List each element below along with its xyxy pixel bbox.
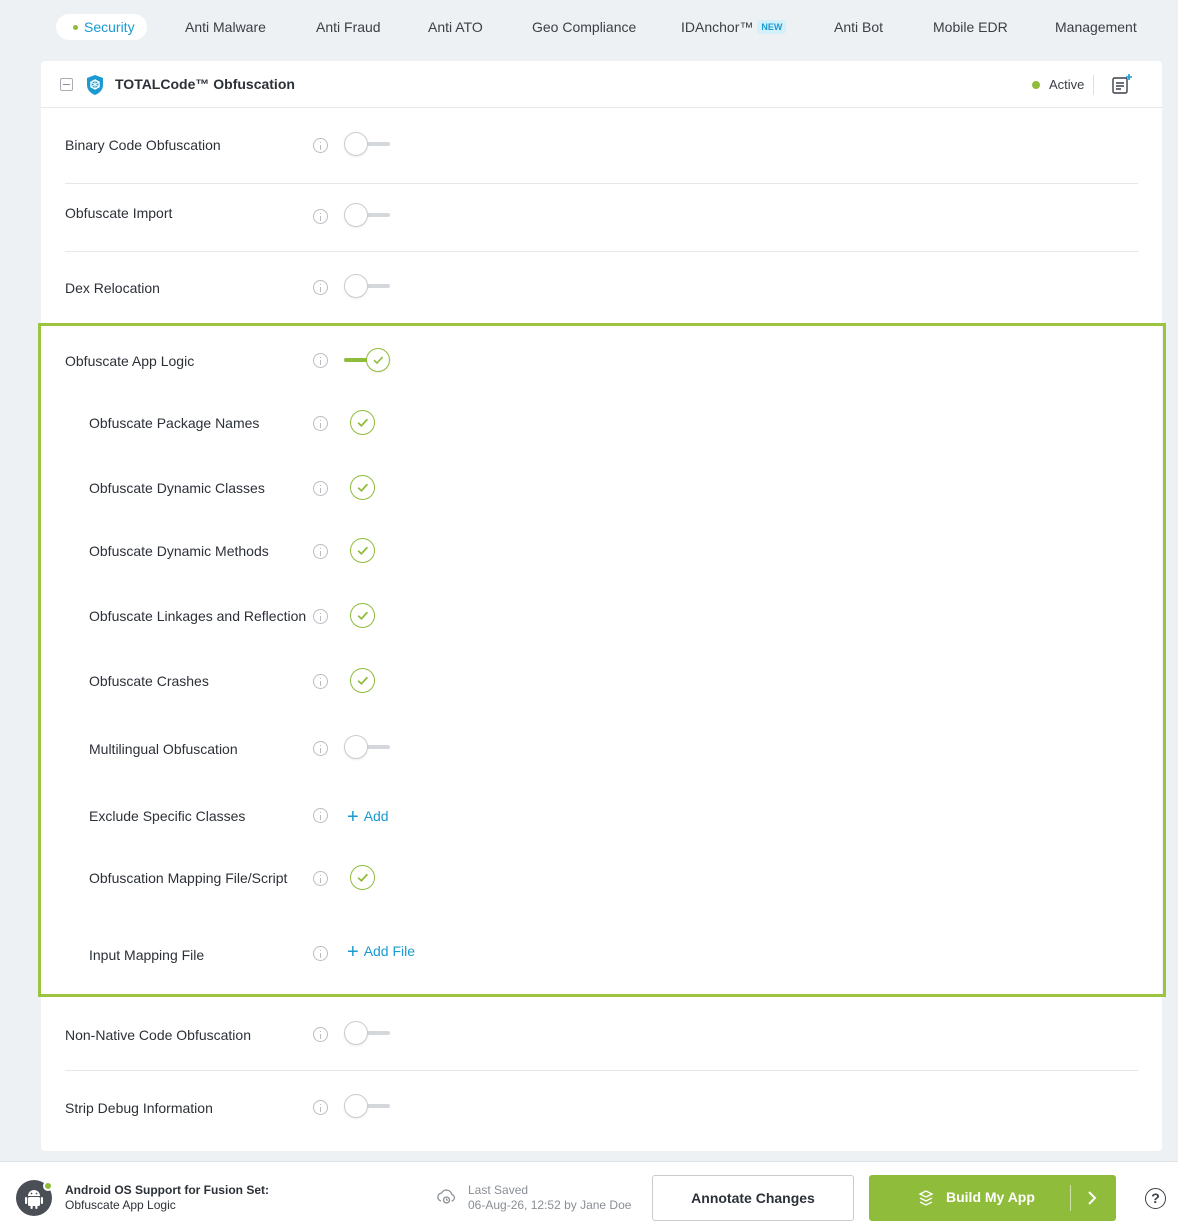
obfuscation-mapping-check[interactable] [350,865,375,890]
info-icon[interactable] [313,416,328,431]
sub-setting-label: Input Mapping File [89,947,205,963]
new-badge: NEW [757,20,787,34]
sub-setting-label: Obfuscate Dynamic Methods [89,543,269,559]
obfuscate-dynamic-classes-check[interactable] [350,475,375,500]
check-icon [373,356,384,365]
add-file-label: Add File [363,943,416,959]
info-icon[interactable] [313,1027,328,1042]
annotate-changes-button[interactable]: Annotate Changes [652,1175,854,1221]
obfuscate-dynamic-methods-check[interactable] [350,538,375,563]
shield-icon [87,75,103,95]
divider [65,251,1138,252]
setting-label: Dex Relocation [65,280,160,296]
check-icon [357,483,369,492]
obfuscate-package-names-check[interactable] [350,410,375,435]
info-icon[interactable] [313,808,328,823]
status-text: Active [1049,77,1085,92]
obfuscate-import-toggle[interactable] [344,203,390,227]
setting-label: Obfuscate Import [65,205,173,221]
info-icon[interactable] [313,1100,328,1115]
sub-setting-label: Exclude Specific Classes [89,808,246,824]
info-icon[interactable] [313,609,328,624]
header-separator [1093,75,1094,95]
obfuscate-crashes-check[interactable] [350,668,375,693]
sub-setting-label: Obfuscate Package Names [89,415,260,431]
plus-icon: + [347,941,359,963]
help-icon[interactable]: ? [1145,1188,1166,1209]
check-icon [357,676,369,685]
obfuscate-linkages-check[interactable] [350,603,375,628]
divider [65,183,1138,184]
tab-anti-fraud[interactable]: Anti Fraud [316,14,381,40]
online-dot [43,1181,53,1191]
obfuscation-card: TOTALCode™ Obfuscation Active Binary Cod… [41,61,1162,1151]
info-icon[interactable] [313,871,328,886]
status-dot [1032,81,1040,89]
tab-anti-bot[interactable]: Anti Bot [834,14,883,40]
tab-security[interactable]: Security [56,14,147,40]
build-icon [918,1190,934,1206]
info-icon[interactable] [313,280,328,295]
info-icon[interactable] [313,209,328,224]
binary-code-obfuscation-toggle[interactable] [344,132,390,156]
last-saved-label: Last Saved [468,1183,529,1197]
last-saved-value: 06-Aug-26, 12:52 by Jane Doe [468,1198,632,1212]
tab-management[interactable]: Management [1055,14,1137,40]
check-icon [357,873,369,882]
setting-label: Obfuscate App Logic [65,353,195,369]
divider [65,1070,1138,1071]
tab-anti-malware[interactable]: Anti Malware [185,14,266,40]
cloud-sync-icon [437,1189,456,1204]
tab-geo-compliance[interactable]: Geo Compliance [532,14,636,40]
dex-relocation-toggle[interactable] [344,274,390,298]
setting-label: Non-Native Code Obfuscation [65,1027,251,1043]
info-icon[interactable] [313,674,328,689]
chevron-right-icon[interactable] [1087,1190,1097,1206]
card-title: TOTALCode™ Obfuscation [115,76,295,92]
tab-idanchor-label: IDAnchor™ [681,19,754,35]
tab-anti-ato[interactable]: Anti ATO [428,14,483,40]
collapse-icon[interactable] [60,78,73,91]
card-header: TOTALCode™ Obfuscation Active [41,61,1162,108]
sub-setting-label: Obfuscate Dynamic Classes [89,480,265,496]
build-my-app-label: Build My App [946,1189,1035,1205]
strip-debug-information-toggle[interactable] [344,1094,390,1118]
setting-label: Binary Code Obfuscation [65,137,221,153]
os-support-title: Android OS Support for Fusion Set: [65,1183,269,1197]
tab-mobile-edr[interactable]: Mobile EDR [933,14,1008,40]
os-support-subtitle: Obfuscate App Logic [65,1198,176,1212]
info-icon[interactable] [313,946,328,961]
build-my-app-button[interactable]: Build My App [869,1175,1116,1221]
sub-setting-label: Obfuscate Linkages and Reflection [89,608,307,624]
add-class-label: Add [363,808,389,824]
add-note-icon[interactable] [1111,73,1133,95]
add-file-link[interactable]: + Add File [347,941,415,964]
add-class-link[interactable]: + Add [347,806,389,829]
sub-setting-label: Multilingual Obfuscation [89,741,238,757]
button-separator [1070,1185,1071,1211]
obfuscate-app-logic-toggle[interactable] [344,348,390,372]
sub-setting-label: Obfuscate Crashes [89,673,209,689]
check-icon [357,611,369,620]
info-icon[interactable] [313,353,328,368]
info-icon[interactable] [313,741,328,756]
setting-label: Strip Debug Information [65,1100,213,1116]
info-icon[interactable] [313,544,328,559]
multilingual-obfuscation-toggle[interactable] [344,735,390,759]
top-nav: Security Anti Malware Anti Fraud Anti AT… [0,0,1178,54]
tab-idanchor[interactable]: IDAnchor™ NEW [681,14,787,40]
footer-bar: Android OS Support for Fusion Set: Obfus… [0,1161,1178,1228]
check-icon [357,418,369,427]
sub-setting-label: Obfuscation Mapping File/Script [89,870,288,886]
non-native-code-obfuscation-toggle[interactable] [344,1021,390,1045]
info-icon[interactable] [313,481,328,496]
info-icon[interactable] [313,138,328,153]
check-icon [357,546,369,555]
plus-icon: + [347,806,359,828]
